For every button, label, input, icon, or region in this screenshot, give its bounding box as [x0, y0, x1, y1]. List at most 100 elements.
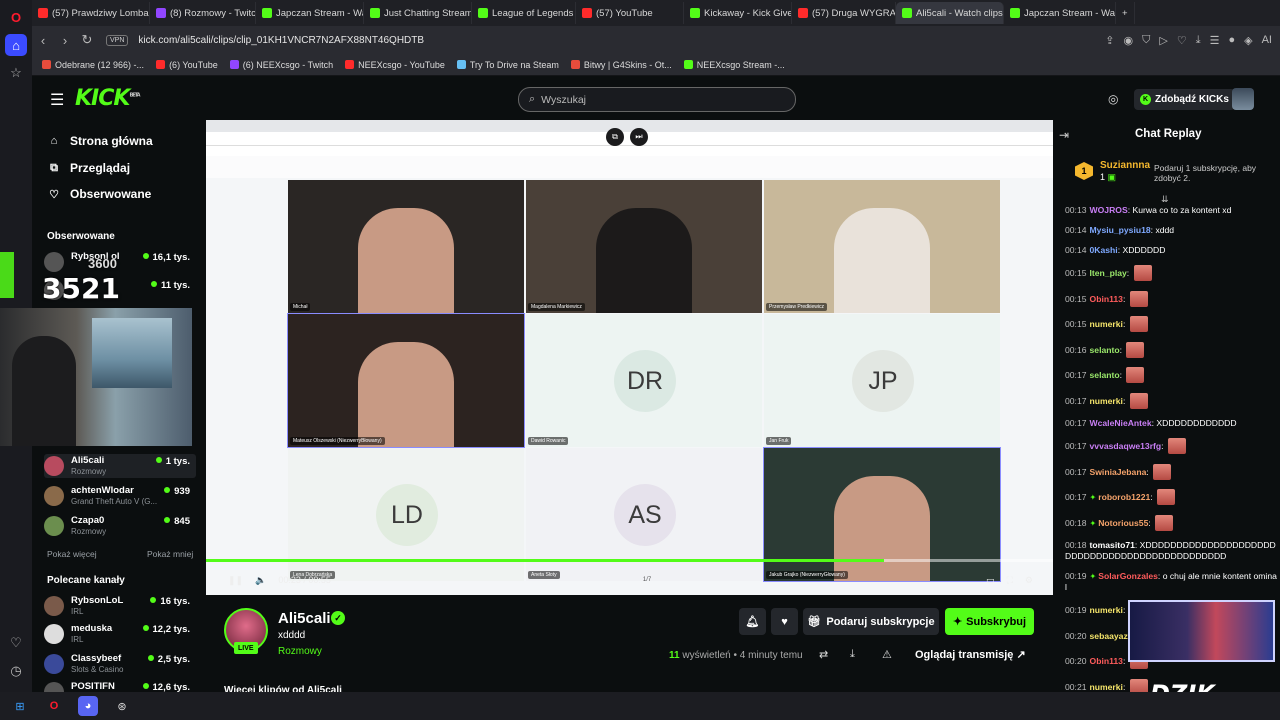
message-username[interactable]: numerki: [1090, 605, 1123, 615]
browser-tab[interactable]: Just Chatting Streaming: [364, 2, 472, 24]
vpn-badge[interactable]: VPN: [106, 34, 129, 46]
browser-tab[interactable]: League of Legends Strea: [472, 2, 576, 24]
app-icon[interactable]: ⊛: [112, 696, 132, 716]
report-icon[interactable]: ⚠: [882, 648, 892, 661]
new-tab-icon[interactable]: +: [1116, 2, 1135, 24]
sidebar-item-home[interactable]: ⌂ Strona główna: [46, 134, 153, 148]
download-icon[interactable]: ⤓: [1196, 34, 1201, 47]
discord-icon[interactable]: ◕: [78, 696, 98, 716]
sidebar-channel-item[interactable]: achtenWlodar Grand Theft Auto V (G... 939: [44, 484, 196, 508]
share-icon[interactable]: ⇄: [819, 648, 828, 661]
sidebar-item-browse[interactable]: ⧉ Przeglądaj: [46, 161, 130, 175]
watch-stream-link[interactable]: Oglądaj transmisję ↗: [915, 648, 1026, 661]
message-username[interactable]: roborob1221: [1098, 492, 1150, 502]
browser-tab[interactable]: (57) Prawdziwy Lombard: [32, 2, 150, 24]
message-username[interactable]: selanto: [1090, 345, 1120, 355]
cube-icon[interactable]: ◈: [1244, 34, 1252, 47]
settings-icon[interactable]: ⚙: [1025, 575, 1033, 586]
gifter-username[interactable]: Suziannna: [1100, 160, 1150, 171]
message-username[interactable]: Mysiu_pysiu18: [1090, 225, 1151, 235]
opera-taskbar-icon[interactable]: O: [44, 696, 64, 716]
notification-bell-icon[interactable]: 🔔︎: [739, 608, 766, 635]
fullscreen-icon[interactable]: ⛶: [1007, 575, 1013, 586]
pin-icon[interactable]: ⇊: [1161, 194, 1169, 205]
message-username[interactable]: Iten_play: [1090, 268, 1127, 278]
camera-icon[interactable]: ◉: [1124, 34, 1134, 47]
subscribe-button[interactable]: ✦ Subskrybuj: [945, 608, 1034, 635]
message-username[interactable]: numerki: [1090, 396, 1123, 406]
message-username[interactable]: Obin113: [1090, 294, 1123, 304]
message-username[interactable]: WOJROS: [1090, 205, 1128, 215]
windows-start-icon[interactable]: ⊞: [10, 696, 30, 716]
channel-name[interactable]: Ali5cali: [278, 610, 331, 627]
bookmark-item[interactable]: Bitwy | G4Skins - Ot...: [570, 60, 672, 70]
message-username[interactable]: numerki: [1090, 682, 1123, 692]
message-username[interactable]: vvvasdaqwe13rfg: [1090, 441, 1162, 451]
video-progress-bar[interactable]: [206, 559, 1053, 562]
forward-icon[interactable]: ›: [54, 33, 76, 48]
browser-tab[interactable]: Japczan Stream - Watch: [1004, 2, 1116, 24]
rewards-icon[interactable]: ◎: [1108, 92, 1118, 106]
collapse-chat-icon[interactable]: ⇥: [1059, 128, 1069, 142]
browser-tab[interactable]: Kickaway - Kick Giveawa: [684, 2, 792, 24]
message-username[interactable]: WcaleNieAntek: [1090, 418, 1152, 428]
message-username[interactable]: SwiniaJebana: [1090, 467, 1147, 477]
download-icon[interactable]: ⤓: [850, 648, 855, 661]
share-icon[interactable]: ⇪: [1105, 34, 1114, 47]
skip-icon[interactable]: ⏭: [630, 128, 648, 146]
search-input[interactable]: ⌕ Wyszukaj: [518, 87, 796, 112]
pause-icon[interactable]: ❚❚: [228, 575, 243, 586]
extensions-icon[interactable]: ☰: [1210, 34, 1220, 47]
volume-icon[interactable]: 🔈: [255, 575, 266, 586]
home-icon[interactable]: ⌂: [5, 34, 27, 56]
sidebar-channel-item[interactable]: Ali5cali Rozmowy 1 tys.: [44, 454, 196, 478]
sidebar-channel-item[interactable]: RybsonLoL IRL 16 tys.: [44, 594, 196, 618]
show-more-link[interactable]: Pokaż więcej: [47, 549, 97, 559]
back-icon[interactable]: ‹: [32, 33, 54, 48]
heart-icon[interactable]: ♡: [1177, 34, 1187, 47]
profile-icon[interactable]: ●: [1228, 34, 1235, 47]
avatar[interactable]: [1232, 88, 1254, 110]
message-username[interactable]: Notorious55: [1098, 518, 1148, 528]
ai-button[interactable]: AI: [1262, 34, 1272, 47]
browser-tab[interactable]: (57) YouTube: [576, 2, 684, 24]
bookmark-item[interactable]: NEEXcsgo Stream -...: [683, 60, 785, 70]
menu-icon[interactable]: ☰: [50, 90, 64, 110]
browser-tab[interactable]: Japczan Stream - Wa: [256, 2, 364, 24]
play-icon[interactable]: ▷: [1159, 34, 1167, 47]
sidebar-item-following[interactable]: ♡ Obserwowane: [46, 187, 151, 201]
bookmark-item[interactable]: Try To Drive na Steam: [456, 60, 559, 70]
pip-icon[interactable]: ⧉: [606, 128, 624, 146]
shield-icon[interactable]: ⛉: [1142, 34, 1150, 47]
reload-icon[interactable]: ↻: [76, 32, 98, 48]
message-username[interactable]: SolarGonzales: [1098, 571, 1158, 581]
url-text[interactable]: kick.com/ali5cali/clips/clip_01KH1VNCR7N…: [138, 35, 424, 46]
bookmark-item[interactable]: Odebrane (12 966) -...: [42, 60, 144, 70]
sidebar-channel-item[interactable]: Czapa0 Rozmowy 845: [44, 514, 196, 538]
browser-tab[interactable]: (8) Rozmowy - Twitch: [150, 2, 256, 24]
browser-tab[interactable]: (57) Druga WYGRANA w: [792, 2, 896, 24]
follow-heart-icon[interactable]: ♥: [771, 608, 798, 635]
theater-icon[interactable]: ▭: [986, 575, 995, 586]
bookmark-item[interactable]: (6) NEEXcsgo - Twitch: [229, 60, 333, 70]
video-player[interactable]: Michał Magdalena Markiewicz Przemysław Pre…: [206, 120, 1053, 595]
history-icon[interactable]: ◷: [5, 660, 27, 682]
heart-icon[interactable]: ♡: [5, 632, 27, 654]
clip-category[interactable]: Rozmowy: [278, 646, 322, 657]
get-kicks-button[interactable]: K Zdobądź KICKs: [1134, 89, 1235, 110]
url-field[interactable]: VPN kick.com/ali5cali/clips/clip_01KH1VN…: [106, 34, 424, 46]
message-username[interactable]: tomasito71: [1090, 540, 1135, 550]
message-username[interactable]: 0Kashi: [1090, 245, 1118, 255]
gift-subs-button[interactable]: 🎁︎ Podaruj subskrypcje: [803, 608, 939, 635]
kick-logo[interactable]: KICKBETA: [75, 86, 141, 111]
show-less-link[interactable]: Pokaż mniej: [147, 549, 193, 559]
message-username[interactable]: selanto: [1090, 370, 1120, 380]
bookmark-item[interactable]: (6) YouTube: [156, 60, 218, 70]
sidebar-channel-item[interactable]: Classybeef Slots & Casino 2,5 tys.: [44, 652, 196, 676]
sidebar-channel-item[interactable]: meduska IRL 12,2 tys.: [44, 622, 196, 646]
star-icon[interactable]: ☆: [5, 62, 27, 84]
message-username[interactable]: Obin113: [1090, 656, 1123, 666]
browser-tab[interactable]: Ali5cali - Watch clips: [896, 2, 1004, 24]
opera-logo-icon[interactable]: O: [5, 6, 27, 28]
sidebar-channel-item[interactable]: Rybsonl ol 16,1 tys.: [44, 250, 196, 274]
